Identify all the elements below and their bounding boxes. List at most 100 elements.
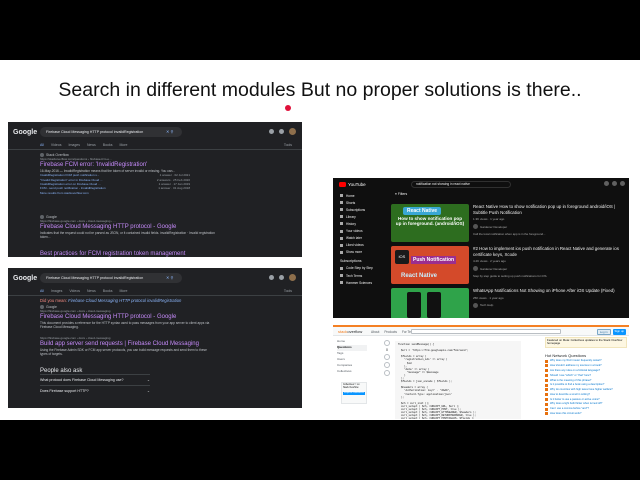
- video-channel[interactable]: Gardener Developer: [473, 266, 623, 272]
- hnq-item[interactable]: How does this circuit work?: [545, 412, 627, 416]
- left-nav-collectives[interactable]: Collectives: [337, 369, 367, 375]
- more-results-link[interactable]: More results from stackoverflow.com: [40, 191, 215, 195]
- avatar[interactable]: [289, 274, 296, 281]
- video-result[interactable]: React Native How to show notification po…: [391, 204, 627, 244]
- video-channel[interactable]: Tech Help: [473, 302, 623, 308]
- login-button[interactable]: Log in: [596, 328, 611, 335]
- paa-question[interactable]: Does Firebase support HTTP? ⌄: [40, 385, 150, 396]
- featured-note[interactable]: Featured on Meta: Collectives updates to…: [545, 337, 627, 348]
- stackoverflow-search-input[interactable]: [411, 328, 561, 334]
- hnq-item[interactable]: Why does my Wi-Fi router frequently rest…: [545, 359, 627, 363]
- downvote-icon[interactable]: [384, 354, 390, 360]
- video-thumbnail[interactable]: iOS Push Notification React Native: [391, 246, 469, 284]
- result-url[interactable]: https://stackoverflow.com/questions › fi…: [40, 157, 215, 161]
- hnq-item[interactable]: Is it possible to find a book using a de…: [545, 383, 627, 387]
- laser-pointer-dot: [285, 105, 291, 111]
- filters-button[interactable]: ≡ Filters: [395, 192, 407, 196]
- result-title[interactable]: Firebase Cloud Messaging HTTP protocol -…: [40, 314, 215, 320]
- sidebar-item[interactable]: Subscriptions: [335, 206, 383, 213]
- code-block: function sendMessage() { $url = 'https:/…: [395, 341, 521, 419]
- video-result[interactable]: iOS Push Notification React Native #2 Ho…: [391, 246, 627, 286]
- search-icon[interactable]: ✕ ⚲: [166, 275, 173, 280]
- nav-about[interactable]: About: [371, 330, 379, 334]
- tab-more[interactable]: More: [120, 143, 128, 147]
- tab-news[interactable]: News: [87, 289, 96, 293]
- tab-images[interactable]: Images: [69, 143, 80, 147]
- hnq-item[interactable]: Should I use "which" or "that" here?: [545, 374, 627, 377]
- result-title[interactable]: Firebase FCM error: 'InvalidRegistration…: [40, 162, 215, 168]
- history-icon[interactable]: [384, 370, 390, 376]
- video-channel[interactable]: Gardener Developer: [473, 224, 623, 230]
- google-logo[interactable]: Google: [13, 275, 37, 282]
- video-result[interactable]: WhatsApp Notifications Not Showing on iP…: [391, 288, 627, 318]
- hnq-item[interactable]: Are there any rules on a fictional langu…: [545, 369, 627, 373]
- tools-button[interactable]: Tools: [284, 143, 292, 147]
- tab-all[interactable]: All: [40, 143, 44, 147]
- sidebar-item[interactable]: Shorts: [335, 199, 383, 206]
- google-search-input[interactable]: Firebase Cloud Messaging HTTP protocol i…: [40, 273, 182, 283]
- avatar[interactable]: [289, 128, 296, 135]
- settings-icon[interactable]: [269, 275, 274, 280]
- search-icon[interactable]: ✕ ⚲: [166, 129, 173, 134]
- bookmark-icon[interactable]: [384, 362, 390, 368]
- result-title[interactable]: Best practices for FCM registration toke…: [40, 251, 215, 257]
- hnq-item[interactable]: Can I use a comma before "and"?: [545, 407, 627, 411]
- upvote-icon[interactable]: [384, 340, 390, 346]
- result-url[interactable]: https://firebase.google.com › docs › clo…: [40, 309, 215, 313]
- apps-icon[interactable]: [279, 275, 284, 280]
- hnq-item[interactable]: Why does a light bulb flicker when turne…: [545, 402, 627, 406]
- hnq-item[interactable]: How should I address my sources in a boo…: [545, 364, 627, 368]
- hnq-item[interactable]: How to describe a smell in writing?: [545, 393, 627, 397]
- sidebar-item[interactable]: Home: [335, 192, 383, 199]
- tab-more[interactable]: More: [120, 289, 128, 293]
- nav-products[interactable]: Products: [384, 330, 397, 334]
- video-thumbnail[interactable]: [391, 288, 469, 318]
- channel-avatar-icon: [340, 266, 343, 270]
- sidebar-item[interactable]: Watch later: [335, 235, 383, 242]
- youtube-logo[interactable]: YouTube: [339, 182, 366, 187]
- google-tabs: All Images Videos News Books More: [40, 289, 128, 293]
- sidebar-item[interactable]: Show more: [335, 249, 383, 256]
- stackoverflow-logo[interactable]: stackoverflow: [338, 329, 362, 334]
- sidebar-item[interactable]: History: [335, 220, 383, 227]
- tab-news[interactable]: News: [87, 143, 96, 147]
- subscription-item[interactable]: Tech Terms: [335, 272, 383, 279]
- tab-all[interactable]: All: [40, 289, 44, 293]
- video-title[interactable]: React Native How to show notification po…: [473, 204, 623, 215]
- tab-videos[interactable]: Videos: [51, 143, 62, 147]
- tab-images[interactable]: Images: [51, 289, 62, 293]
- paa-question[interactable]: What protocol does Firebase Cloud Messag…: [40, 374, 150, 385]
- google-search-input[interactable]: Firebase Cloud Messaging HTTP protocol i…: [40, 127, 182, 137]
- hnq-item[interactable]: Why do countries with high taxes have hi…: [545, 388, 627, 392]
- avatar[interactable]: [620, 181, 625, 186]
- subscription-item[interactable]: Code Step by Step: [335, 265, 383, 272]
- hnq-item[interactable]: Is it better to use a passive or active …: [545, 398, 627, 401]
- apps-icon[interactable]: [279, 129, 284, 134]
- youtube-search-input[interactable]: notification not showing in react native: [411, 181, 511, 188]
- sub-result-title[interactable]: FCM - send push notification - InvalidRe…: [40, 186, 106, 190]
- sidebar-item[interactable]: Library: [335, 213, 383, 220]
- tools-button[interactable]: Tools: [284, 289, 292, 293]
- tab-videos[interactable]: Videos: [69, 289, 80, 293]
- video-title[interactable]: WhatsApp Notifications Not Showing on iP…: [473, 288, 623, 294]
- sidebar-item[interactable]: Liked videos: [335, 242, 383, 249]
- result-title[interactable]: Build app server send requests | Firebas…: [40, 341, 215, 347]
- signup-button[interactable]: Sign up: [612, 328, 626, 335]
- video-thumbnail[interactable]: React Native How to show notification po…: [391, 204, 469, 242]
- sidebar-item[interactable]: Your videos: [335, 227, 383, 234]
- explore-collectives-button[interactable]: Explore Collectives: [343, 392, 365, 395]
- settings-icon[interactable]: [269, 129, 274, 134]
- upload-icon[interactable]: [604, 181, 609, 186]
- subscription-item[interactable]: Hammer Sciences: [335, 279, 383, 286]
- result-url[interactable]: https://firebase.google.com › docs › clo…: [40, 219, 215, 223]
- bell-icon[interactable]: [612, 181, 617, 186]
- tab-books[interactable]: Books: [103, 289, 113, 293]
- result-url[interactable]: https://firebase.google.com › docs › clo…: [40, 336, 215, 340]
- result-title[interactable]: Firebase Cloud Messaging HTTP protocol -…: [40, 224, 215, 230]
- google-logo[interactable]: Google: [13, 129, 37, 136]
- tab-books[interactable]: Books: [103, 143, 113, 147]
- did-you-mean-link[interactable]: Firebase Cloud Messaging HTTP protocol i…: [68, 298, 181, 303]
- hnq-item[interactable]: What is the meaning of this phrase?: [545, 379, 627, 382]
- youtube-logo-text: YouTube: [348, 182, 366, 187]
- video-title[interactable]: #2 How to implement ios push notificatio…: [473, 246, 623, 257]
